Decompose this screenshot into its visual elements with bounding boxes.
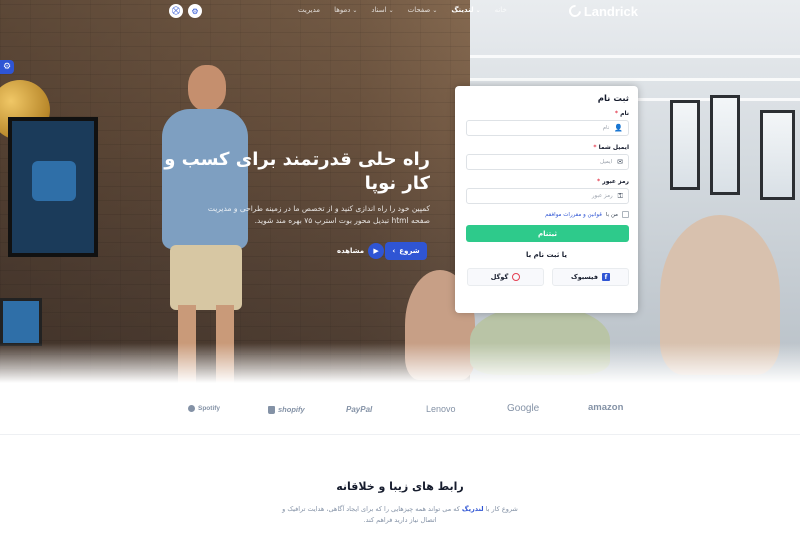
email-label: ایمیل شما * bbox=[593, 144, 629, 151]
laptop-illustration bbox=[0, 298, 42, 346]
watch-video-button[interactable]: مشاهده ▶ bbox=[337, 242, 385, 260]
shopify-logo: shopify bbox=[268, 405, 305, 414]
gear-icon: ⚙ bbox=[2, 62, 12, 72]
paypal-logo: PayPal bbox=[346, 405, 373, 414]
logo-icon bbox=[566, 2, 584, 20]
shopify-icon bbox=[268, 405, 275, 414]
tv-screen bbox=[8, 117, 98, 257]
brand-highlight: لندریگ bbox=[461, 505, 484, 513]
signup-title: ثبت نام bbox=[597, 94, 629, 104]
google-button[interactable]: گوگل bbox=[467, 268, 544, 286]
google-logo: Google bbox=[507, 403, 540, 414]
password-placeholder: رمز عبور bbox=[591, 193, 613, 199]
name-label: نام * bbox=[614, 110, 629, 117]
nav-menu: خانه لندینگ ⌄ صفحات ⌄ اسناد ⌄ دموها ⌄ مدیریت bbox=[298, 6, 507, 14]
mail-icon: ✉ bbox=[617, 158, 623, 166]
terms-row: من با قوانین و مقررات موافقم bbox=[464, 211, 629, 218]
nav-item-home[interactable]: خانه bbox=[495, 6, 507, 14]
seated-person bbox=[660, 215, 780, 375]
chevron-left-icon: ‹ bbox=[392, 247, 396, 255]
cart-icon: ⛒ bbox=[171, 6, 181, 15]
section-description: شروع کار با لندریگ که می تواند همه چیزها… bbox=[282, 505, 518, 524]
theme-settings-toggle[interactable]: ⚙ bbox=[0, 60, 14, 74]
hero-title: راه حلی قدرتمند برای کسب و کار نوپا bbox=[164, 149, 430, 194]
cart-button[interactable]: ⛒ bbox=[169, 4, 183, 18]
chevron-down-icon: ⌄ bbox=[432, 7, 438, 14]
brand-logo[interactable]: Landrick bbox=[566, 2, 638, 20]
amazon-logo: amazon bbox=[588, 402, 624, 413]
settings-button[interactable]: ⚙ bbox=[188, 4, 202, 18]
nav-item-docs[interactable]: اسناد ⌄ bbox=[371, 6, 393, 14]
password-label: رمز عبور * bbox=[597, 178, 629, 185]
terms-link[interactable]: قوانین و مقررات موافقم bbox=[545, 212, 602, 218]
nav-item-admin[interactable]: مدیریت bbox=[298, 6, 320, 14]
section-title: رابط های زیبا و خلاقانه bbox=[336, 480, 464, 493]
lenovo-logo: Lenovo bbox=[426, 404, 456, 414]
chevron-down-icon: ⌄ bbox=[352, 7, 358, 14]
settings-icon: ⚙ bbox=[191, 6, 199, 16]
start-button[interactable]: ‹ شروع bbox=[385, 242, 427, 260]
google-icon bbox=[512, 273, 521, 281]
user-icon: 👤 bbox=[614, 124, 623, 132]
nav-item-pages[interactable]: صفحات ⌄ bbox=[408, 6, 438, 14]
social-buttons: f فیسبوک گوگل bbox=[464, 268, 629, 286]
chevron-down-icon: ⌄ bbox=[475, 7, 481, 14]
terms-prefix: من با bbox=[605, 211, 618, 218]
email-placeholder: ایمیل bbox=[600, 159, 613, 165]
hero-description: کمپین خود را راه اندازی کنید و از تخصص م… bbox=[207, 204, 430, 225]
facebook-label: فیسبوک bbox=[571, 273, 598, 281]
top-navbar: Landrick خانه لندینگ ⌄ صفحات ⌄ اسناد ⌄ دموه… bbox=[0, 0, 800, 22]
or-signup-with: یا ثبت نام با bbox=[525, 251, 568, 259]
spotify-logo: Spotify bbox=[188, 405, 220, 412]
key-icon: ⚿ bbox=[617, 191, 623, 200]
name-placeholder: نام bbox=[602, 125, 610, 131]
nav-item-demos[interactable]: دموها ⌄ bbox=[334, 6, 357, 14]
facebook-button[interactable]: f فیسبوک bbox=[552, 268, 629, 286]
brand-name: Landrick bbox=[583, 3, 638, 19]
seated-person bbox=[470, 305, 610, 375]
name-field[interactable]: 👤 نام bbox=[466, 120, 629, 136]
video-icon: ▶ bbox=[368, 243, 385, 259]
signup-card: ثبت نام نام * 👤 نام ایمیل شما * ✉ ایمیل … bbox=[455, 86, 638, 313]
spotify-icon bbox=[188, 405, 195, 412]
facebook-icon: f bbox=[601, 273, 610, 281]
terms-checkbox[interactable] bbox=[622, 211, 629, 218]
email-field[interactable]: ✉ ایمیل bbox=[466, 154, 629, 170]
signup-submit-button[interactable]: ثبتنام bbox=[466, 225, 629, 242]
chevron-down-icon: ⌄ bbox=[388, 7, 394, 14]
watch-label: مشاهده bbox=[337, 247, 365, 255]
start-button-label: شروع bbox=[399, 247, 420, 255]
partner-logos: Spotify shopify PayPal Lenovo Google ama… bbox=[0, 383, 800, 435]
nav-item-landing[interactable]: لندینگ ⌄ bbox=[451, 6, 480, 14]
password-field[interactable]: ⚿ رمز عبور bbox=[466, 188, 629, 204]
google-label: گوگل bbox=[490, 273, 509, 281]
